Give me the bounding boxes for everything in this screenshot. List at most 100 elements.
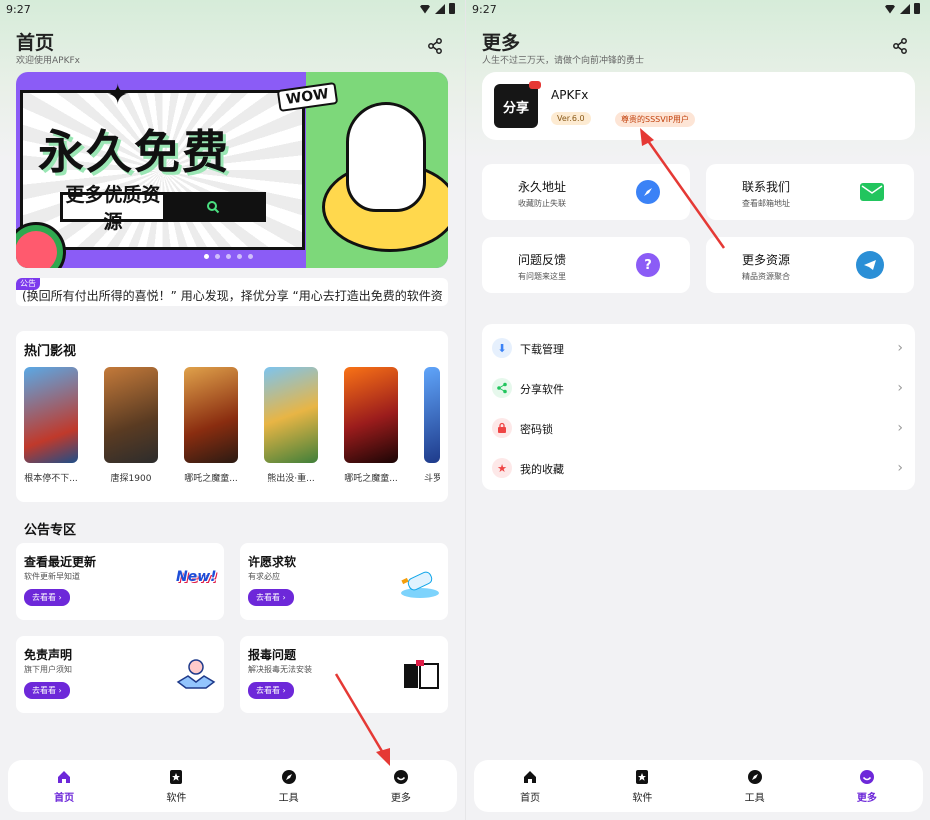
go-see-button[interactable]: 去看看 bbox=[248, 682, 294, 699]
go-see-button[interactable]: 去看看 bbox=[24, 589, 70, 606]
home-screen: 9:27 首页 欢迎使用APKFx ✦ 永久免费 WOW 更多优质资源 公告 (… bbox=[0, 0, 465, 820]
movie-title: 根本停不下... bbox=[24, 474, 78, 484]
grid-card-subtitle: 查看邮箱地址 bbox=[742, 199, 790, 208]
compass-icon bbox=[747, 769, 762, 784]
bottle-wish-icon bbox=[401, 571, 439, 598]
mail-icon bbox=[860, 183, 884, 201]
tab-more[interactable]: 更多 bbox=[371, 769, 431, 804]
menu-item-label: 下载管理 bbox=[520, 343, 564, 356]
bunny-image bbox=[346, 102, 426, 212]
share-icon bbox=[492, 378, 512, 398]
movie-item[interactable]: 根本停不下... bbox=[24, 367, 78, 484]
notice-card-disclaimer[interactable]: 免责声明 旗下用户须知 去看看 bbox=[16, 636, 224, 713]
question-sign-icon bbox=[404, 660, 439, 689]
page-dot[interactable] bbox=[248, 254, 253, 259]
movie-title: 熊出没·重... bbox=[267, 474, 315, 484]
tab-software[interactable]: 软件 bbox=[146, 769, 206, 804]
app-logo: 分享 bbox=[494, 81, 541, 128]
tab-label: 工具 bbox=[278, 792, 299, 804]
chevron-right-icon: › bbox=[897, 340, 903, 356]
star-icon: ★ bbox=[492, 458, 512, 478]
notice-card-subtitle: 解决报毒无法安装 bbox=[248, 665, 312, 674]
promo-banner[interactable]: ✦ 永久免费 WOW 更多优质资源 bbox=[16, 72, 448, 268]
movie-item[interactable]: 哪吒之魔童... bbox=[184, 367, 238, 484]
status-bar: 9:27 bbox=[466, 0, 930, 20]
download-icon: ⬇ bbox=[492, 338, 512, 358]
chevron-right-icon: › bbox=[897, 460, 903, 476]
movie-poster bbox=[424, 367, 440, 463]
lock-icon bbox=[492, 418, 512, 438]
movie-list: 根本停不下... 唐探1900 哪吒之魔童... 熊出没·重... 哪吒之魔童.… bbox=[24, 367, 440, 484]
notice-zone-title: 公告专区 bbox=[24, 523, 77, 538]
menu-item-share[interactable]: 分享软件 › bbox=[482, 368, 915, 408]
share-icon[interactable] bbox=[892, 38, 908, 54]
tab-label: 工具 bbox=[744, 792, 765, 804]
notice-card-updates[interactable]: 查看最近更新 软件更新早知道 去看看 New! bbox=[16, 543, 224, 620]
notice-card-subtitle: 有求必应 bbox=[248, 572, 280, 581]
status-time: 9:27 bbox=[6, 3, 31, 16]
battery-icon bbox=[449, 3, 455, 14]
tab-tools[interactable]: 工具 bbox=[259, 769, 319, 804]
page-subtitle: 人生不过三万天，请做个向前冲锋的勇士 bbox=[482, 56, 645, 66]
movie-title: 哪吒之魔童... bbox=[184, 474, 238, 484]
notice-card-title: 报毒问题 bbox=[248, 648, 297, 662]
grid-card-title: 永久地址 bbox=[518, 180, 567, 194]
home-icon bbox=[524, 770, 537, 783]
wifi-icon bbox=[419, 5, 431, 14]
menu-item-lock[interactable]: 密码锁 › bbox=[482, 408, 915, 448]
contact-us-card[interactable]: 联系我们 查看邮箱地址 bbox=[706, 164, 914, 220]
more-resources-card[interactable]: 更多资源 精品资源聚合 bbox=[706, 237, 914, 293]
movie-title: 哪吒之魔童... bbox=[344, 474, 398, 484]
tab-home[interactable]: 首页 bbox=[34, 769, 94, 804]
menu-item-favorites[interactable]: ★ 我的收藏 › bbox=[482, 448, 915, 488]
app-name: APKFx bbox=[551, 88, 589, 102]
star-icon bbox=[170, 769, 183, 784]
share-icon[interactable] bbox=[427, 38, 443, 54]
status-icons bbox=[884, 3, 920, 14]
menu-list: ⬇ 下载管理 › 分享软件 › 密码锁 › ★ 我的收藏 › bbox=[482, 324, 915, 490]
page-dot[interactable] bbox=[204, 254, 209, 259]
movie-poster bbox=[24, 367, 78, 463]
hot-movies-section: 热门影视 根本停不下... 唐探1900 哪吒之魔童... 熊出没·重... 哪… bbox=[16, 331, 448, 502]
tab-label: 软件 bbox=[632, 792, 653, 804]
tab-tools[interactable]: 工具 bbox=[725, 769, 785, 804]
chevron-right-icon: › bbox=[897, 380, 903, 396]
movie-item[interactable]: 熊出没·重... bbox=[264, 367, 318, 484]
page-dot[interactable] bbox=[215, 254, 220, 259]
new-badge-image: New! bbox=[176, 569, 217, 585]
tab-label: 首页 bbox=[54, 792, 75, 804]
tab-more[interactable]: 更多 bbox=[837, 769, 897, 804]
menu-item-label: 密码锁 bbox=[520, 423, 553, 436]
menu-item-downloads[interactable]: ⬇ 下载管理 › bbox=[482, 328, 915, 368]
grid-card-subtitle: 收藏防止失联 bbox=[518, 199, 566, 208]
movie-item[interactable]: 唐探1900 bbox=[104, 367, 158, 484]
more-icon bbox=[393, 769, 408, 784]
page-dot[interactable] bbox=[237, 254, 242, 259]
grid-card-title: 更多资源 bbox=[742, 253, 791, 267]
tab-label: 更多 bbox=[390, 792, 411, 804]
compass-icon bbox=[281, 769, 296, 784]
movie-item[interactable]: 斗罗 bbox=[424, 367, 440, 484]
movie-title: 斗罗 bbox=[424, 474, 440, 484]
notice-bar[interactable]: 公告 (换回所有付出所得的喜悦！” 用心发现，择优分享 “用心去打造出免费的软件… bbox=[16, 278, 448, 306]
tab-home[interactable]: 首页 bbox=[500, 769, 560, 804]
banner-search-text: 更多优质资源 bbox=[65, 184, 161, 233]
bottom-tab-bar: 首页 软件 工具 更多 bbox=[474, 760, 923, 812]
movie-poster bbox=[264, 367, 318, 463]
notice-card-subtitle: 软件更新早知道 bbox=[24, 572, 80, 581]
notice-card-title: 查看最近更新 bbox=[24, 555, 97, 569]
tab-software[interactable]: 软件 bbox=[612, 769, 672, 804]
movie-item[interactable]: 哪吒之魔童... bbox=[344, 367, 398, 484]
go-see-button[interactable]: 去看看 bbox=[24, 682, 70, 699]
chevron-right-icon: › bbox=[897, 420, 903, 436]
movie-poster bbox=[344, 367, 398, 463]
banner-title: 永久免费 bbox=[38, 125, 230, 179]
grid-card-title: 问题反馈 bbox=[518, 253, 567, 267]
page-dot[interactable] bbox=[226, 254, 231, 259]
page-title: 首页 bbox=[16, 32, 55, 54]
menu-item-label: 我的收藏 bbox=[520, 463, 564, 476]
notice-card-wish[interactable]: 许愿求软 有求必应 去看看 bbox=[240, 543, 448, 620]
home-icon bbox=[58, 770, 71, 783]
status-time: 9:27 bbox=[472, 3, 497, 16]
go-see-button[interactable]: 去看看 bbox=[248, 589, 294, 606]
